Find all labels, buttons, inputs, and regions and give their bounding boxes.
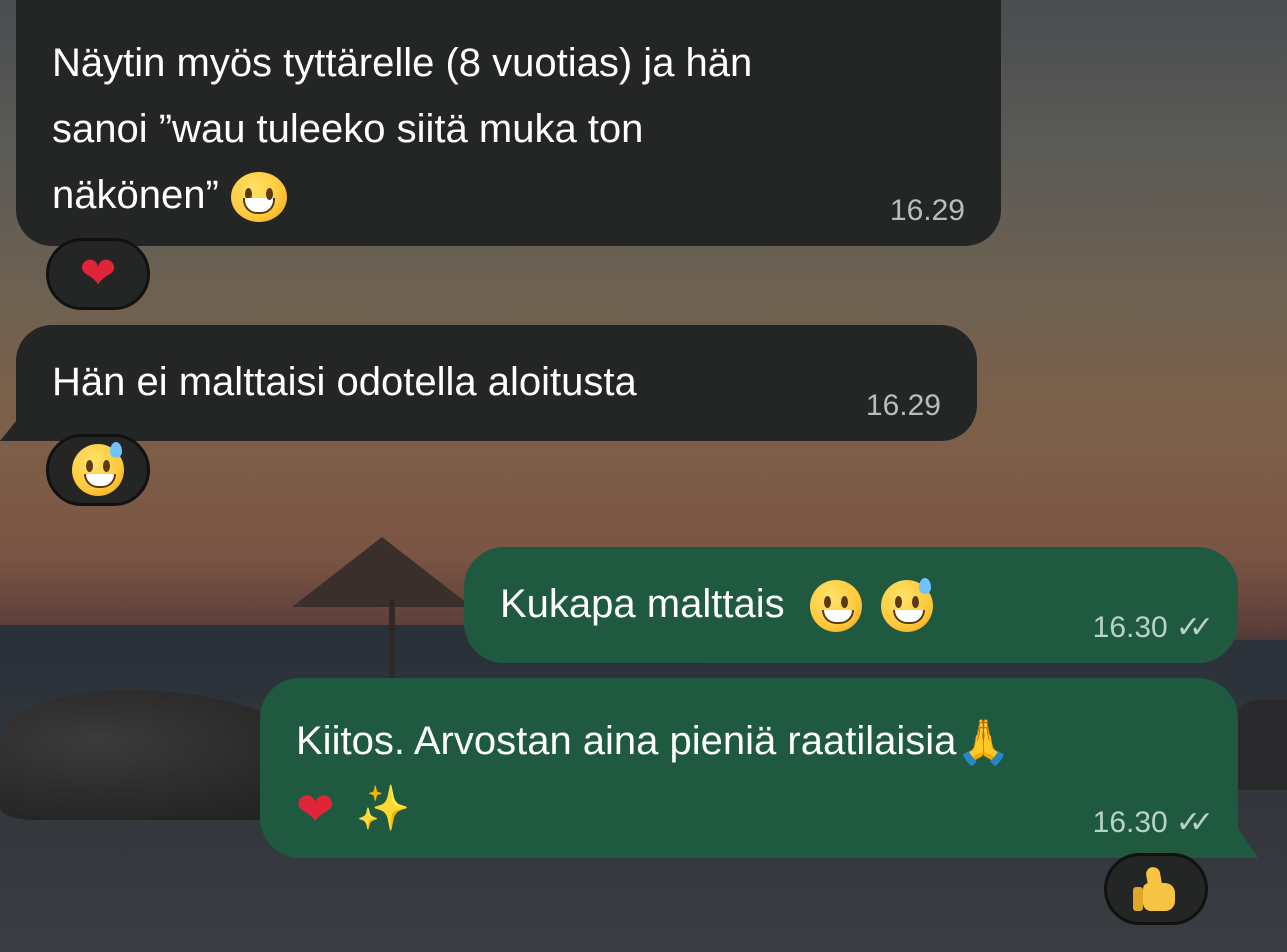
- message-text: Näytin myös tyttärelle (8 vuotias) ja hä…: [52, 41, 753, 217]
- message-text: Hän ei malttaisi odotella aloitusta: [52, 360, 637, 404]
- bubble-tail: [0, 411, 24, 441]
- grinning-face-with-sweat-icon: [880, 578, 933, 633]
- timestamp-text: 16.29: [865, 389, 941, 422]
- red-heart-icon: ❤: [296, 783, 335, 836]
- red-heart-icon: ❤: [79, 249, 117, 298]
- wallpaper-umbrella-pole: [389, 600, 395, 680]
- message-bubble-incoming[interactable]: Näytin myös tyttärelle (8 vuotias) ja hä…: [16, 0, 1001, 246]
- message-timestamp: 16.30 ✓✓: [1092, 806, 1214, 839]
- thumbs-up-icon: [1133, 865, 1179, 911]
- message-text: Kukapa malttais: [500, 582, 785, 626]
- timestamp-text: 16.30: [1092, 806, 1168, 839]
- face-with-tears-of-joy-icon: [230, 172, 287, 223]
- wallpaper-umbrella: [292, 537, 472, 607]
- message-bubble-incoming[interactable]: Hän ei malttaisi odotella aloitusta 16.2…: [16, 325, 977, 441]
- message-text: Kiitos. Arvostan aina pieniä raatilaisia: [296, 719, 957, 763]
- read-receipt-double-check-icon: ✓✓: [1175, 611, 1214, 644]
- folded-hands-icon: 🙏: [956, 718, 1012, 768]
- message-timestamp: 16.30 ✓✓: [1092, 611, 1214, 644]
- message-bubble-outgoing[interactable]: Kiitos. Arvostan aina pieniä raatilaisia…: [260, 678, 1238, 858]
- timestamp-text: 16.30: [1092, 611, 1168, 644]
- grinning-face-with-sweat-icon: [72, 442, 124, 496]
- reaction-badge[interactable]: [46, 434, 150, 506]
- message-timestamp: 16.29: [866, 391, 941, 421]
- bubble-tail: [1238, 828, 1258, 858]
- sparkles-icon: ✨: [355, 784, 411, 834]
- reaction-badge[interactable]: [1104, 853, 1208, 925]
- message-bubble-outgoing[interactable]: Kukapa malttais 16.30 ✓✓: [464, 547, 1238, 663]
- message-timestamp: 16.29: [890, 196, 965, 226]
- timestamp-text: 16.29: [889, 194, 965, 227]
- grinning-face-with-big-eyes-icon: [809, 580, 862, 633]
- read-receipt-double-check-icon: ✓✓: [1175, 806, 1214, 839]
- reaction-badge[interactable]: ❤: [46, 238, 150, 310]
